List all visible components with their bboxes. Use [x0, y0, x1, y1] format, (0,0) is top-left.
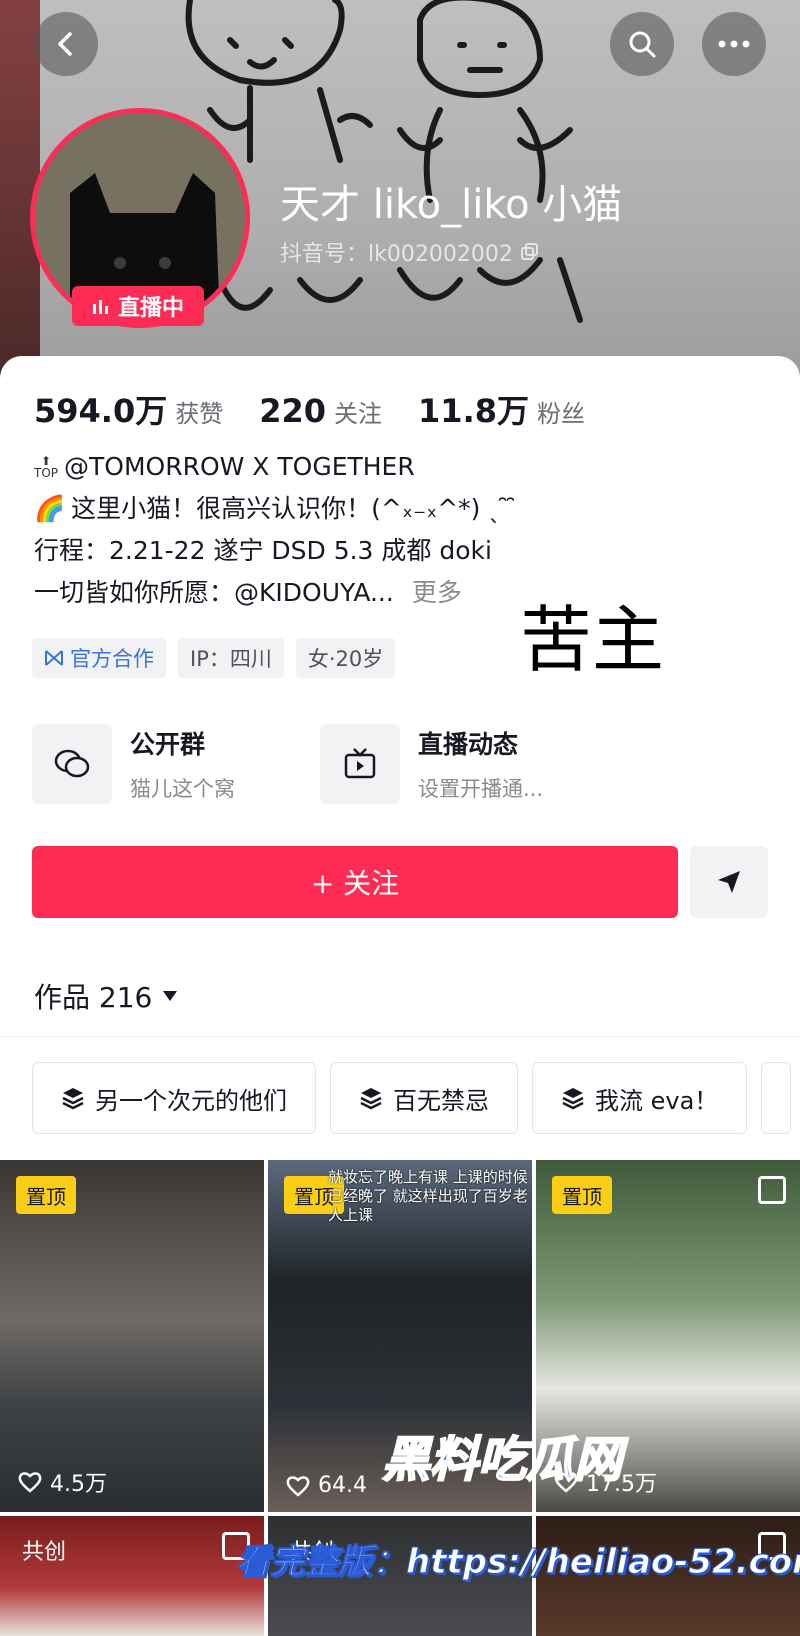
- tag-gender-age: 女·20岁: [295, 638, 396, 678]
- co-creation-badge: 共创: [22, 1540, 67, 1565]
- copy-icon[interactable]: [520, 243, 539, 261]
- divider: [0, 1036, 800, 1037]
- more-dots-icon: [718, 40, 750, 48]
- share-button[interactable]: [690, 846, 768, 918]
- followers-count[interactable]: 11.8万: [418, 386, 529, 432]
- collection-chip[interactable]: 另一个次元的他们: [32, 1062, 316, 1134]
- live-updates-entry[interactable]: 直播动态 设置开播通...: [320, 724, 543, 804]
- tag-official-cooperation[interactable]: 官方合作: [32, 638, 166, 678]
- tag-ip-location: IP：四川: [178, 638, 284, 678]
- works-label: 作品 216: [34, 981, 153, 1014]
- follow-button[interactable]: + 关注: [32, 846, 678, 918]
- rainbow-icon: 🌈: [34, 494, 66, 523]
- video-likes: 4.5万: [18, 1466, 107, 1498]
- live-badge-label: 直播中: [117, 296, 184, 321]
- likes-count: 594.0万: [34, 392, 168, 430]
- live-badge[interactable]: 直播中: [72, 286, 204, 326]
- bio-line-wish: 一切皆如你所愿：@KIDOUYA... 更多: [34, 572, 554, 614]
- public-group-title: 公开群: [130, 730, 206, 759]
- collections-row: 另一个次元的他们 百无禁忌 我流 eva！: [32, 1062, 792, 1134]
- profile-nickname: 天才 liko_liko 小猫: [280, 182, 623, 228]
- layers-icon: [62, 1088, 84, 1110]
- top-arrow-icon: ⬆ TOP: [34, 454, 59, 480]
- likes-label: 获赞: [175, 400, 224, 428]
- collection-chip[interactable]: 我流 eva！: [532, 1062, 748, 1134]
- video-tile[interactable]: 共创: [0, 1516, 264, 1636]
- video-likes: 64.4: [286, 1473, 367, 1498]
- search-icon: [629, 31, 656, 58]
- back-button[interactable]: [34, 12, 98, 76]
- public-group-entry[interactable]: 公开群 猫儿这个窝: [32, 724, 235, 804]
- heart-icon: [286, 1475, 310, 1497]
- live-updates-title: 直播动态: [418, 730, 519, 759]
- bio-line-greeting: 🌈 这里小猫！很高兴认识你！(^ₓ₋ₓ^*) ˎ ̑ ̑: [34, 488, 554, 530]
- more-button[interactable]: [702, 12, 766, 76]
- video-tile[interactable]: 置顶 4.5万: [0, 1160, 264, 1512]
- works-tab[interactable]: 作品 216: [34, 976, 178, 1016]
- followers-label[interactable]: 粉丝: [537, 394, 585, 429]
- watermark-url: 看完整版：https://heiliao-52.com: [236, 1542, 800, 1583]
- douyin-id[interactable]: 抖音号：lk002002002: [280, 236, 539, 268]
- bio-more-link[interactable]: 更多: [412, 572, 462, 614]
- live-updates-subtitle: 设置开播通...: [418, 777, 544, 801]
- douyin-id-text: 抖音号：lk002002002: [280, 242, 513, 267]
- tv-icon: [344, 748, 376, 779]
- bio-line-mention: ⬆ TOP @TOMORROW X TOGETHER: [34, 446, 554, 488]
- pinned-badge: 置顶: [16, 1176, 76, 1214]
- mention-link[interactable]: @TOMORROW X TOGETHER: [64, 446, 415, 488]
- cooperation-icon: [45, 650, 63, 666]
- profile-banner: 直播中 天才 liko_liko 小猫 抖音号：lk002002002: [0, 0, 800, 380]
- send-icon: [718, 871, 740, 893]
- chat-group-icon: [54, 749, 90, 778]
- collection-chip[interactable]: 百无禁忌: [330, 1062, 518, 1134]
- profile-tags: 官方合作 IP：四川 女·20岁: [32, 638, 396, 678]
- public-group-subtitle: 猫儿这个窝: [130, 777, 235, 801]
- search-button[interactable]: [610, 12, 674, 76]
- multi-image-icon: [758, 1176, 786, 1204]
- watermark-brand: 黑料吃瓜网: [381, 1431, 623, 1489]
- pinned-badge: 置顶: [552, 1176, 612, 1214]
- live-bars-icon: [92, 300, 108, 314]
- layers-icon: [360, 1088, 382, 1110]
- bio-line-schedule: 行程：2.21-22 遂宁 DSD 5.3 成都 doki: [34, 536, 492, 565]
- bio: ⬆ TOP @TOMORROW X TOGETHER 🌈 这里小猫！很高兴认识你！…: [34, 446, 554, 614]
- layers-icon: [562, 1088, 584, 1110]
- video-caption: 就妆忘了晚上有课 上课的时候已经晚了 就这样出现了百岁老人上课: [328, 1168, 528, 1224]
- collection-chip-partial[interactable]: [761, 1062, 792, 1134]
- heart-icon: [18, 1472, 42, 1493]
- following-count[interactable]: 220: [259, 392, 326, 430]
- chevron-left-icon: [58, 32, 72, 56]
- following-label[interactable]: 关注: [334, 394, 382, 429]
- overlay-annotation-text: 苦主: [520, 598, 665, 682]
- stats-row: 594.0万 获赞 220 关注 11.8万 粉丝: [34, 386, 613, 432]
- caret-down-icon: [163, 991, 178, 1001]
